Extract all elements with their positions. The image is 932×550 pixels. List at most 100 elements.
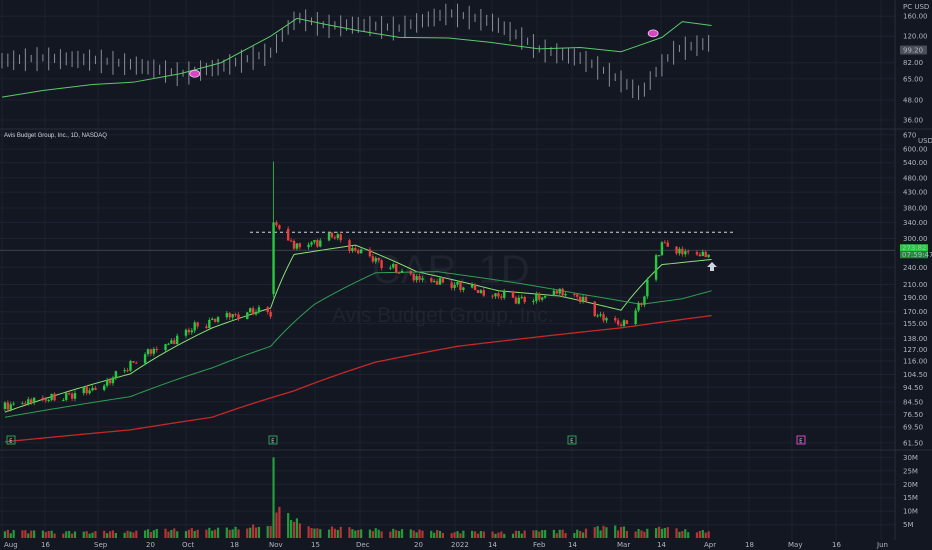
volume-bar: [106, 533, 109, 538]
candle-body: [126, 370, 129, 372]
candle-body: [316, 240, 319, 247]
candle-body: [211, 318, 214, 320]
volume-bar: [316, 528, 319, 538]
price-y-tick: 127.00: [903, 346, 928, 354]
volume-bar: [395, 530, 398, 538]
x-tick: Feb: [533, 541, 546, 549]
candle-body: [476, 290, 480, 293]
volume-bar: [73, 531, 77, 538]
volume-bar: [24, 530, 27, 538]
candle-body: [231, 314, 234, 318]
candle-body: [208, 319, 211, 328]
volume-bar: [103, 530, 106, 538]
candle-body: [535, 294, 538, 302]
volume-bar: [514, 530, 518, 538]
candle-body: [310, 242, 313, 245]
candle-body: [596, 315, 599, 317]
volume-bar: [214, 529, 217, 538]
candle-body: [94, 387, 97, 390]
candle-body: [24, 403, 27, 405]
candle-body: [205, 326, 208, 328]
candle-body: [12, 403, 15, 405]
x-tick: 20: [146, 541, 155, 549]
candle-body: [336, 234, 339, 238]
volume-bar: [482, 531, 485, 538]
rs-y-tick: 160.00: [903, 13, 928, 21]
candle-body: [176, 335, 179, 344]
candle-body: [44, 399, 47, 401]
candle-body: [132, 361, 135, 363]
candle-body: [173, 340, 176, 344]
candle-body: [108, 380, 112, 384]
volume-bar: [371, 531, 374, 538]
candle-body: [143, 354, 147, 364]
volume-bar: [50, 530, 53, 538]
candle-body: [561, 288, 564, 296]
volume-bar: [646, 528, 649, 538]
candle-body: [640, 302, 643, 305]
symbol-title[interactable]: Avis Budget Group, Inc., 1D, NASDAQ: [4, 133, 107, 139]
volume-bar: [596, 526, 599, 538]
volume-bar: [625, 530, 628, 538]
candle-body: [704, 251, 707, 258]
volume-bar: [208, 527, 211, 538]
volume-bar: [143, 530, 147, 538]
candle-body: [307, 244, 310, 248]
volume-bar: [164, 528, 167, 538]
price-y-tick: 116.00: [903, 358, 928, 366]
x-tick: 15: [311, 541, 320, 549]
volume-bar: [357, 529, 360, 538]
candle-body: [593, 301, 596, 317]
volume-bar: [541, 530, 544, 538]
volume-bar: [660, 528, 664, 538]
volume-bar: [196, 529, 199, 538]
volume-bar: [584, 528, 588, 538]
candle-body: [123, 370, 126, 372]
stock-chart[interactable]: CAR, 1D Avis Budget Group, Inc. Avis Bud…: [0, 0, 932, 550]
volume-bar: [205, 529, 208, 538]
volume-y-tick: 15M: [903, 494, 918, 502]
candle-body: [152, 348, 156, 354]
volume-bar: [614, 525, 617, 538]
volume-y-tick: 20M: [903, 481, 918, 489]
volume-bar: [126, 530, 129, 538]
candle-body: [435, 281, 439, 285]
volume-bar: [555, 533, 558, 538]
volume-bar: [418, 529, 421, 538]
candle-body: [289, 240, 293, 242]
candle-body: [456, 282, 459, 285]
volume-bar: [68, 530, 71, 538]
candle-body: [678, 248, 681, 254]
candle-body: [272, 222, 275, 295]
candle-body: [581, 296, 585, 303]
candle-body: [9, 404, 12, 410]
candle-body: [479, 290, 483, 293]
volume-bar: [558, 529, 561, 538]
x-tick: 18: [230, 541, 239, 549]
candle-body: [30, 399, 33, 403]
candle-body: [614, 318, 617, 321]
volume-bar: [289, 520, 293, 538]
volume-bar: [132, 532, 135, 538]
candle-body: [374, 257, 377, 262]
volume-bar: [491, 531, 494, 538]
volume-bar: [581, 532, 585, 538]
candle-body: [359, 249, 363, 254]
volume-bar: [438, 530, 442, 538]
candle-body: [584, 296, 588, 302]
volume-bar: [637, 528, 640, 538]
volume-bar: [108, 531, 112, 538]
candle-body: [105, 380, 109, 386]
volume-bar: [295, 518, 299, 538]
volume-bar: [471, 530, 474, 538]
volume-bar: [368, 529, 372, 538]
price-y-tick: 69.50: [903, 424, 923, 432]
x-tick: Mar: [617, 541, 630, 549]
candle-body: [687, 251, 690, 253]
candle-body: [251, 308, 255, 315]
candle-body: [319, 240, 322, 247]
rs-price-label: 99.20: [903, 46, 923, 54]
volume-bar: [701, 529, 704, 538]
candle-body: [146, 349, 150, 355]
volume-bar: [167, 531, 170, 538]
